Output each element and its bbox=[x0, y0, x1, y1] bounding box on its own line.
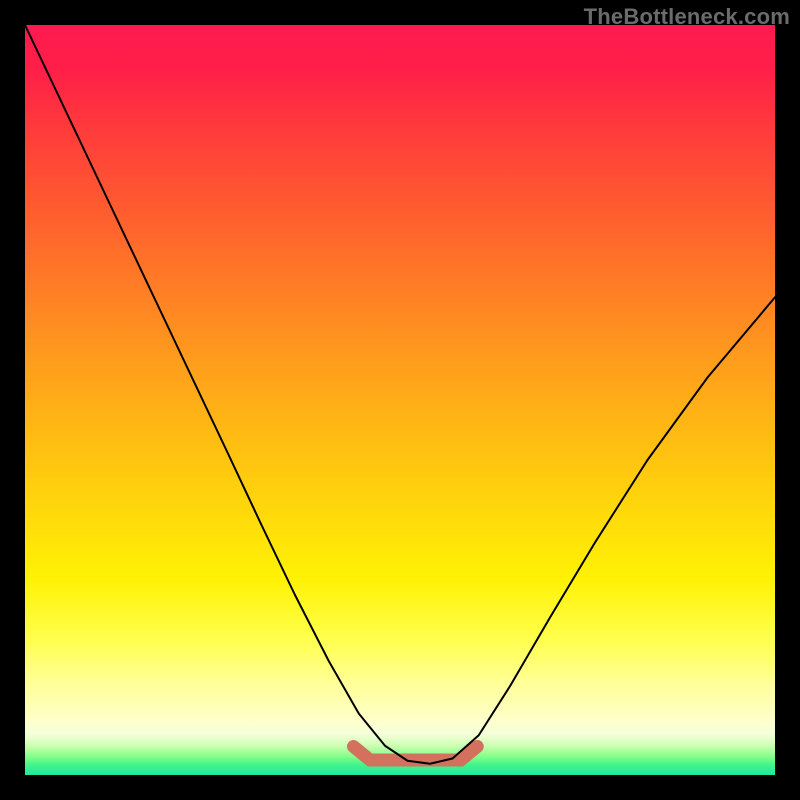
plot-area bbox=[25, 25, 775, 775]
chart-frame: TheBottleneck.com bbox=[0, 0, 800, 800]
bottleneck-curve bbox=[25, 25, 775, 764]
watermark-text: TheBottleneck.com bbox=[584, 4, 790, 30]
plot-overlay bbox=[25, 25, 775, 775]
